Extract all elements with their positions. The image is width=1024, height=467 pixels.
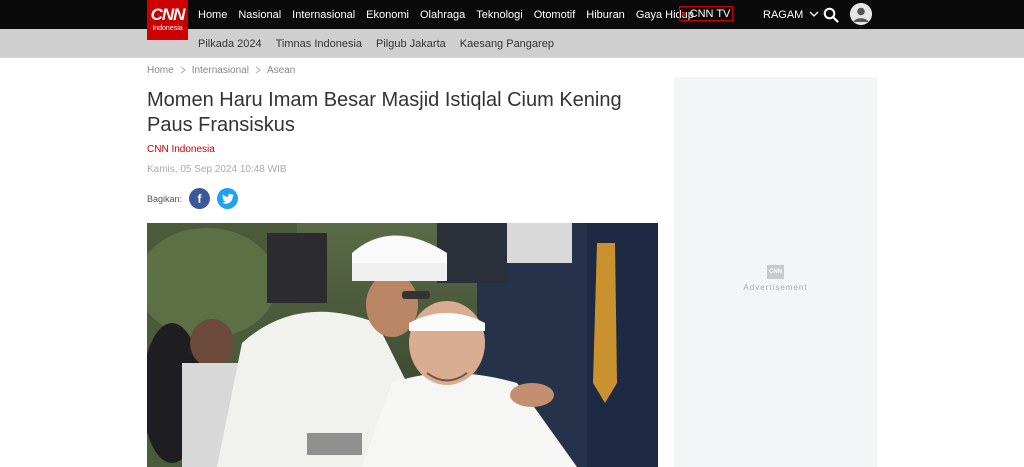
topic-pilkada-2024[interactable]: Pilkada 2024 — [198, 38, 262, 50]
topic-timnas-indonesia[interactable]: Timnas Indonesia — [276, 38, 362, 50]
breadcrumb-internasional[interactable]: Internasional — [192, 65, 249, 76]
share-bar: Bagikan: f — [147, 188, 239, 209]
cnn-tv-label: CNN TV — [689, 7, 731, 20]
article-title: Momen Haru Imam Besar Masjid Istiqlal Ci… — [147, 89, 622, 136]
chevron-right-icon — [180, 66, 186, 74]
ad-label: Advertisement — [743, 283, 808, 292]
article-date: Kamis, 05 Sep 2024 10:48 WIB — [147, 164, 287, 175]
nav-hiburan[interactable]: Hiburan — [586, 9, 625, 21]
logo-text: CNN — [150, 5, 186, 24]
twitter-share-icon[interactable] — [217, 188, 239, 209]
nav-teknologi[interactable]: Teknologi — [476, 9, 522, 21]
main-nav: Home Nasional Internasional Ekonomi Olah… — [198, 0, 705, 29]
ad-cnn-logo: CNN — [767, 265, 784, 279]
nav-home[interactable]: Home — [198, 9, 227, 21]
cnn-indonesia-logo[interactable]: CNN Indonesia — [147, 0, 188, 40]
user-avatar-icon[interactable] — [850, 3, 872, 25]
nav-otomotif[interactable]: Otomotif — [534, 9, 576, 21]
breadcrumb: Home Internasional Asean — [147, 63, 295, 77]
photo-illustration — [147, 223, 658, 467]
search-icon[interactable] — [823, 7, 839, 23]
chevron-right-icon — [255, 66, 261, 74]
nav-nasional[interactable]: Nasional — [238, 9, 281, 21]
nav-olahraga[interactable]: Olahraga — [420, 9, 465, 21]
ragam-label: RAGAM — [763, 8, 804, 21]
trending-topics: Pilkada 2024 Timnas Indonesia Pilgub Jak… — [198, 29, 568, 58]
facebook-share-icon[interactable]: f — [189, 188, 211, 209]
live-dot-icon — [681, 11, 686, 16]
topic-kaesang-pangarep[interactable]: Kaesang Pangarep — [460, 38, 554, 50]
cnn-tv-button[interactable]: CNN TV — [679, 6, 733, 21]
advertisement-slot[interactable]: CNN Advertisement — [674, 77, 877, 467]
breadcrumb-home[interactable]: Home — [147, 65, 174, 76]
nav-internasional[interactable]: Internasional — [292, 9, 355, 21]
topic-pilgub-jakarta[interactable]: Pilgub Jakarta — [376, 38, 446, 50]
chevron-down-icon — [809, 11, 819, 17]
breadcrumb-asean[interactable]: Asean — [267, 65, 295, 76]
nav-ekonomi[interactable]: Ekonomi — [366, 9, 409, 21]
ragam-dropdown[interactable]: RAGAM — [763, 0, 819, 29]
share-label: Bagikan: — [147, 193, 183, 204]
logo-subtext: Indonesia — [152, 25, 183, 32]
article-source[interactable]: CNN Indonesia — [147, 144, 215, 155]
article-photo — [147, 223, 658, 467]
